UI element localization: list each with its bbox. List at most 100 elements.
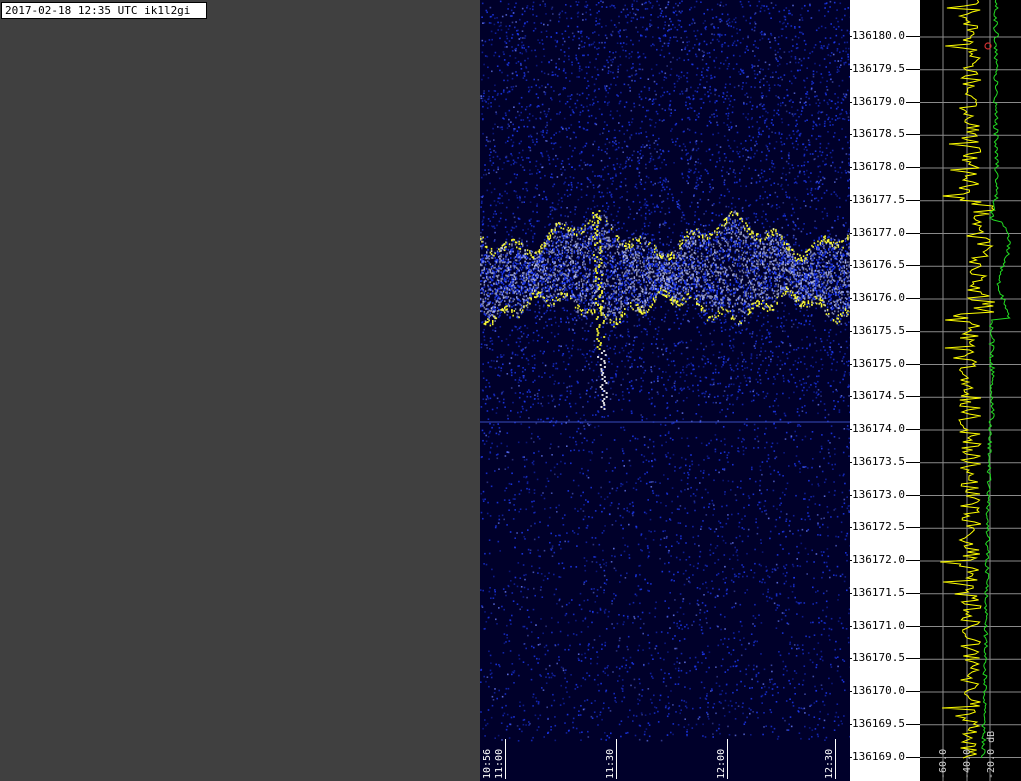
spectrogram-pixel	[567, 215, 569, 218]
spectrogram-pixel	[692, 384, 694, 387]
spectrogram-pixel	[555, 258, 558, 261]
spectrogram-pixel	[729, 328, 731, 331]
spectrogram-pixel	[802, 466, 804, 468]
spectrogram-pixel	[712, 733, 714, 735]
spectrogram-pixel	[611, 330, 613, 332]
spectrogram-pixel	[703, 348, 705, 351]
spectrogram-pixel	[693, 223, 695, 226]
spectrogram-pixel	[759, 382, 762, 385]
spectrogram-pixel	[806, 573, 808, 575]
spectrogram-pixel	[562, 298, 564, 300]
spectrogram-pixel	[771, 162, 773, 164]
spectrogram-pixel	[788, 12, 790, 15]
spectrogram-pixel	[704, 604, 707, 607]
spectrogram-pixel	[705, 345, 707, 348]
spectrogram-waterfall[interactable]	[480, 0, 850, 781]
spectrogram-pixel	[776, 604, 779, 606]
spectrogram-pixel	[792, 207, 794, 210]
spectrogram-pixel	[563, 51, 566, 53]
spectrogram-pixel	[554, 724, 557, 727]
spectrogram-pixel	[835, 574, 838, 577]
spectrogram-pixel	[577, 30, 579, 33]
spectrogram-pixel	[836, 195, 838, 197]
spectrogram-pixel	[805, 104, 807, 106]
spectrogram-pixel	[686, 483, 689, 485]
spectrogram-pixel	[737, 512, 740, 515]
spectrogram-pixel	[606, 152, 608, 155]
spectrogram-pixel	[515, 21, 517, 23]
spectrogram-pixel	[832, 161, 834, 164]
spectrogram-pixel	[515, 85, 517, 87]
spectrogram-pixel	[564, 102, 567, 105]
spectrogram-pixel	[776, 195, 779, 198]
spectrogram-pixel	[517, 44, 520, 46]
spectrogram-pixel	[762, 197, 764, 200]
spectrogram-pixel	[771, 568, 774, 570]
spectrogram-pixel	[533, 538, 536, 541]
spectrogram-pixel	[550, 142, 553, 145]
spectrogram-pixel	[689, 564, 692, 566]
spectrogram-pixel	[575, 566, 578, 568]
spectrogram-pixel	[702, 477, 704, 479]
spectrogram-pixel	[483, 335, 486, 338]
spectrogram-pixel	[703, 653, 705, 655]
spectrogram-pixel	[756, 73, 759, 76]
spectrogram-pixel	[687, 259, 690, 262]
spectrogram-pixel	[815, 392, 818, 394]
spectrogram-pixel	[621, 125, 624, 128]
spectrogram-pixel	[606, 216, 608, 218]
spectrogram-pixel	[582, 106, 585, 108]
spectrogram-pixel	[514, 537, 516, 539]
spectrogram-pixel	[783, 380, 785, 383]
spectrogram-pixel	[705, 698, 708, 700]
spectrogram-pixel	[552, 148, 554, 150]
spectrogram-pixel	[601, 68, 604, 71]
spectrogram-pixel	[743, 294, 746, 296]
spectrogram-pixel	[648, 0, 650, 3]
spectrogram-pixel	[714, 434, 717, 436]
spectrogram-pixel	[496, 224, 498, 227]
spectrogram-pixel	[538, 438, 541, 440]
spectrogram-pixel	[838, 409, 841, 411]
spectrogram-pixel	[494, 151, 497, 154]
spectrogram-pixel	[809, 153, 812, 155]
spectrogram-pixel	[622, 349, 625, 352]
spectrogram-pixel	[735, 289, 737, 292]
spectrogram-pixel	[824, 7, 826, 9]
spectrogram-pixel	[578, 76, 580, 78]
spectrogram-pixel	[508, 125, 510, 127]
spectrogram-pixel	[793, 92, 796, 94]
spectrogram-pixel	[813, 648, 815, 650]
spectrogram-pixel	[598, 22, 601, 25]
spectrogram-pixel	[553, 593, 556, 596]
spectrogram-pixel	[785, 535, 787, 538]
spectrogram-pixel	[821, 364, 824, 366]
spectrogram-pixel	[522, 408, 524, 410]
spectrogram-pixel	[819, 262, 821, 264]
spectrogram-pixel	[600, 372, 603, 374]
spectrogram-pixel	[818, 621, 820, 624]
spectrogram-pixel	[508, 570, 511, 573]
spectrogram-pixel	[824, 416, 827, 419]
spectrogram-pixel	[732, 54, 735, 57]
spectrogram-pixel	[490, 366, 493, 368]
spectrogram-pixel	[690, 495, 692, 497]
spectrogram-pixel	[490, 597, 492, 599]
spectrogram-pixel	[624, 667, 627, 669]
spectrogram-pixel	[541, 336, 543, 339]
spectrogram-pixel	[785, 194, 787, 196]
spectrogram-pixel	[560, 174, 563, 176]
spectrogram-pixel	[706, 297, 708, 299]
spectrogram-pixel	[679, 2, 681, 4]
spectrogram-pixel	[526, 116, 529, 119]
spectrogram-pixel	[580, 104, 583, 106]
spectrogram-pixel	[703, 469, 705, 472]
spectrogram-pixel	[650, 44, 652, 47]
spectrogram-pixel	[610, 377, 612, 379]
spectrogram-pixel	[544, 5, 547, 7]
spectrogram-pixel	[616, 110, 619, 112]
spectrogram-pixel	[626, 388, 629, 390]
spectrogram-pixel	[805, 96, 808, 98]
spectrogram-pixel	[523, 574, 525, 577]
spectrogram-pixel	[657, 26, 659, 29]
